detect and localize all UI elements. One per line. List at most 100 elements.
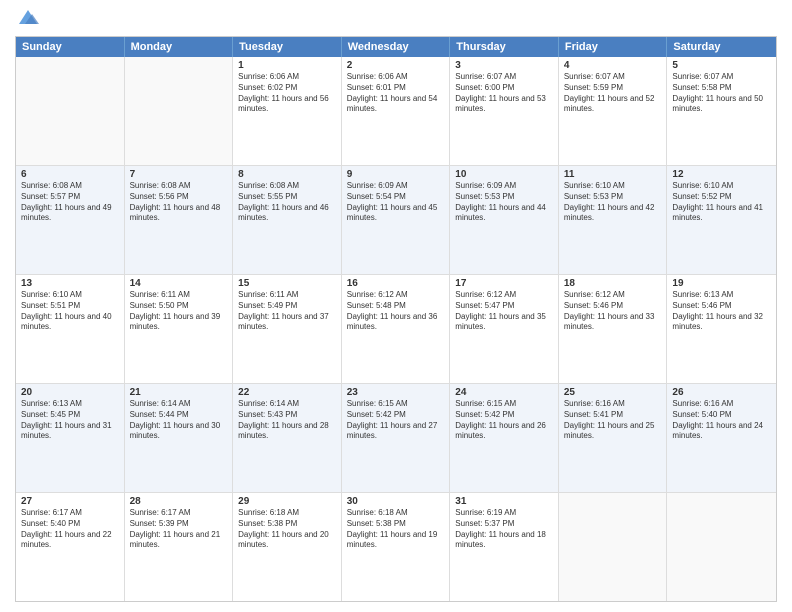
logo (15, 10, 39, 28)
cal-cell-0-5: 4Sunrise: 6:07 AMSunset: 5:59 PMDaylight… (559, 57, 668, 165)
cal-cell-2-5: 18Sunrise: 6:12 AMSunset: 5:46 PMDayligh… (559, 275, 668, 383)
day-number: 22 (238, 387, 336, 398)
cell-details: Sunrise: 6:14 AMSunset: 5:44 PMDaylight:… (130, 399, 228, 442)
day-number: 20 (21, 387, 119, 398)
day-number: 17 (455, 278, 553, 289)
day-number: 2 (347, 60, 445, 71)
cal-cell-0-2: 1Sunrise: 6:06 AMSunset: 6:02 PMDaylight… (233, 57, 342, 165)
cell-details: Sunrise: 6:13 AMSunset: 5:46 PMDaylight:… (672, 290, 771, 333)
header-cell-thursday: Thursday (450, 37, 559, 57)
day-number: 24 (455, 387, 553, 398)
cell-details: Sunrise: 6:10 AMSunset: 5:53 PMDaylight:… (564, 181, 662, 224)
cell-details: Sunrise: 6:17 AMSunset: 5:39 PMDaylight:… (130, 508, 228, 551)
cell-details: Sunrise: 6:06 AMSunset: 6:01 PMDaylight:… (347, 72, 445, 115)
page-header (15, 10, 777, 28)
cell-details: Sunrise: 6:14 AMSunset: 5:43 PMDaylight:… (238, 399, 336, 442)
day-number: 1 (238, 60, 336, 71)
cal-cell-3-0: 20Sunrise: 6:13 AMSunset: 5:45 PMDayligh… (16, 384, 125, 492)
cell-details: Sunrise: 6:12 AMSunset: 5:48 PMDaylight:… (347, 290, 445, 333)
day-number: 7 (130, 169, 228, 180)
cell-details: Sunrise: 6:07 AMSunset: 6:00 PMDaylight:… (455, 72, 553, 115)
cal-cell-1-6: 12Sunrise: 6:10 AMSunset: 5:52 PMDayligh… (667, 166, 776, 274)
day-number: 15 (238, 278, 336, 289)
header-cell-tuesday: Tuesday (233, 37, 342, 57)
day-number: 18 (564, 278, 662, 289)
logo-icon (17, 6, 39, 28)
day-number: 13 (21, 278, 119, 289)
day-number: 8 (238, 169, 336, 180)
day-number: 9 (347, 169, 445, 180)
cell-details: Sunrise: 6:10 AMSunset: 5:52 PMDaylight:… (672, 181, 771, 224)
cell-details: Sunrise: 6:12 AMSunset: 5:47 PMDaylight:… (455, 290, 553, 333)
cell-details: Sunrise: 6:17 AMSunset: 5:40 PMDaylight:… (21, 508, 119, 551)
day-number: 25 (564, 387, 662, 398)
cal-cell-4-1: 28Sunrise: 6:17 AMSunset: 5:39 PMDayligh… (125, 493, 234, 601)
cal-cell-2-6: 19Sunrise: 6:13 AMSunset: 5:46 PMDayligh… (667, 275, 776, 383)
cal-cell-4-3: 30Sunrise: 6:18 AMSunset: 5:38 PMDayligh… (342, 493, 451, 601)
cell-details: Sunrise: 6:15 AMSunset: 5:42 PMDaylight:… (455, 399, 553, 442)
day-number: 5 (672, 60, 771, 71)
cal-cell-0-6: 5Sunrise: 6:07 AMSunset: 5:58 PMDaylight… (667, 57, 776, 165)
cell-details: Sunrise: 6:15 AMSunset: 5:42 PMDaylight:… (347, 399, 445, 442)
cal-cell-2-0: 13Sunrise: 6:10 AMSunset: 5:51 PMDayligh… (16, 275, 125, 383)
cal-cell-1-0: 6Sunrise: 6:08 AMSunset: 5:57 PMDaylight… (16, 166, 125, 274)
cal-cell-2-3: 16Sunrise: 6:12 AMSunset: 5:48 PMDayligh… (342, 275, 451, 383)
calendar-body: 1Sunrise: 6:06 AMSunset: 6:02 PMDaylight… (16, 57, 776, 601)
day-number: 11 (564, 169, 662, 180)
cal-cell-3-5: 25Sunrise: 6:16 AMSunset: 5:41 PMDayligh… (559, 384, 668, 492)
calendar-row-1: 6Sunrise: 6:08 AMSunset: 5:57 PMDaylight… (16, 166, 776, 275)
day-number: 6 (21, 169, 119, 180)
cal-cell-4-4: 31Sunrise: 6:19 AMSunset: 5:37 PMDayligh… (450, 493, 559, 601)
header-cell-friday: Friday (559, 37, 668, 57)
cal-cell-4-0: 27Sunrise: 6:17 AMSunset: 5:40 PMDayligh… (16, 493, 125, 601)
header-cell-saturday: Saturday (667, 37, 776, 57)
cell-details: Sunrise: 6:11 AMSunset: 5:50 PMDaylight:… (130, 290, 228, 333)
cal-cell-0-0 (16, 57, 125, 165)
cal-cell-4-2: 29Sunrise: 6:18 AMSunset: 5:38 PMDayligh… (233, 493, 342, 601)
cal-cell-3-2: 22Sunrise: 6:14 AMSunset: 5:43 PMDayligh… (233, 384, 342, 492)
cal-cell-2-1: 14Sunrise: 6:11 AMSunset: 5:50 PMDayligh… (125, 275, 234, 383)
cal-cell-0-4: 3Sunrise: 6:07 AMSunset: 6:00 PMDaylight… (450, 57, 559, 165)
cell-details: Sunrise: 6:08 AMSunset: 5:56 PMDaylight:… (130, 181, 228, 224)
cell-details: Sunrise: 6:11 AMSunset: 5:49 PMDaylight:… (238, 290, 336, 333)
cal-cell-3-3: 23Sunrise: 6:15 AMSunset: 5:42 PMDayligh… (342, 384, 451, 492)
calendar-row-2: 13Sunrise: 6:10 AMSunset: 5:51 PMDayligh… (16, 275, 776, 384)
cell-details: Sunrise: 6:10 AMSunset: 5:51 PMDaylight:… (21, 290, 119, 333)
day-number: 4 (564, 60, 662, 71)
day-number: 27 (21, 496, 119, 507)
day-number: 30 (347, 496, 445, 507)
day-number: 26 (672, 387, 771, 398)
header-cell-monday: Monday (125, 37, 234, 57)
header-cell-wednesday: Wednesday (342, 37, 451, 57)
cal-cell-1-5: 11Sunrise: 6:10 AMSunset: 5:53 PMDayligh… (559, 166, 668, 274)
day-number: 23 (347, 387, 445, 398)
cell-details: Sunrise: 6:07 AMSunset: 5:58 PMDaylight:… (672, 72, 771, 115)
calendar-row-0: 1Sunrise: 6:06 AMSunset: 6:02 PMDaylight… (16, 57, 776, 166)
cal-cell-3-4: 24Sunrise: 6:15 AMSunset: 5:42 PMDayligh… (450, 384, 559, 492)
day-number: 28 (130, 496, 228, 507)
cal-cell-3-6: 26Sunrise: 6:16 AMSunset: 5:40 PMDayligh… (667, 384, 776, 492)
cal-cell-2-2: 15Sunrise: 6:11 AMSunset: 5:49 PMDayligh… (233, 275, 342, 383)
cell-details: Sunrise: 6:07 AMSunset: 5:59 PMDaylight:… (564, 72, 662, 115)
day-number: 21 (130, 387, 228, 398)
day-number: 3 (455, 60, 553, 71)
cell-details: Sunrise: 6:16 AMSunset: 5:40 PMDaylight:… (672, 399, 771, 442)
day-number: 12 (672, 169, 771, 180)
cal-cell-1-1: 7Sunrise: 6:08 AMSunset: 5:56 PMDaylight… (125, 166, 234, 274)
cell-details: Sunrise: 6:09 AMSunset: 5:54 PMDaylight:… (347, 181, 445, 224)
cell-details: Sunrise: 6:08 AMSunset: 5:57 PMDaylight:… (21, 181, 119, 224)
cell-details: Sunrise: 6:12 AMSunset: 5:46 PMDaylight:… (564, 290, 662, 333)
cell-details: Sunrise: 6:13 AMSunset: 5:45 PMDaylight:… (21, 399, 119, 442)
cal-cell-1-4: 10Sunrise: 6:09 AMSunset: 5:53 PMDayligh… (450, 166, 559, 274)
cal-cell-0-1 (125, 57, 234, 165)
day-number: 14 (130, 278, 228, 289)
cell-details: Sunrise: 6:18 AMSunset: 5:38 PMDaylight:… (347, 508, 445, 551)
cal-cell-4-6 (667, 493, 776, 601)
cal-cell-4-5 (559, 493, 668, 601)
day-number: 31 (455, 496, 553, 507)
cal-cell-2-4: 17Sunrise: 6:12 AMSunset: 5:47 PMDayligh… (450, 275, 559, 383)
cal-cell-3-1: 21Sunrise: 6:14 AMSunset: 5:44 PMDayligh… (125, 384, 234, 492)
cell-details: Sunrise: 6:08 AMSunset: 5:55 PMDaylight:… (238, 181, 336, 224)
cal-cell-1-2: 8Sunrise: 6:08 AMSunset: 5:55 PMDaylight… (233, 166, 342, 274)
header-cell-sunday: Sunday (16, 37, 125, 57)
